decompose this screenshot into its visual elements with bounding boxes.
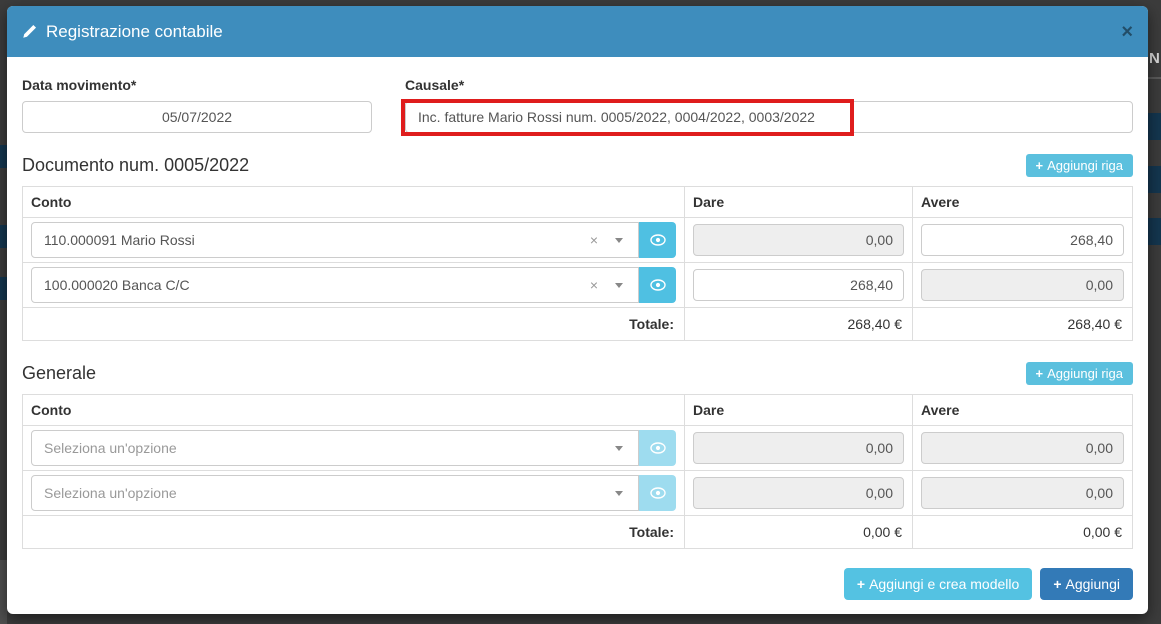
totale-dare-value: 0,00 € xyxy=(685,516,913,549)
caret-down-icon xyxy=(615,446,623,451)
conto-select-value: 100.000020 Banca C/C xyxy=(44,277,190,293)
generale-table-header-row: Conto Dare Avere xyxy=(23,395,1133,426)
causale-input[interactable] xyxy=(405,101,1133,133)
data-movimento-input[interactable] xyxy=(22,101,372,133)
modal-body: Data movimento* Causale* Documento num. … xyxy=(7,57,1148,600)
generale-add-row-button[interactable]: +Aggiungi riga xyxy=(1026,362,1133,385)
eye-button[interactable] xyxy=(639,475,676,511)
generale-table: Conto Dare Avere Seleziona un'opzione xyxy=(22,394,1133,549)
documento-table: Conto Dare Avere 110.000091 Mario Rossi … xyxy=(22,186,1133,341)
documento-section-header: Documento num. 0005/2022 +Aggiungi riga xyxy=(22,154,1133,177)
conto-column-header: Conto xyxy=(23,187,685,218)
pencil-icon xyxy=(22,24,37,39)
plus-icon: + xyxy=(1036,158,1044,173)
totals-row: Totale: 0,00 € 0,00 € xyxy=(23,516,1133,549)
eye-button[interactable] xyxy=(639,267,676,303)
registrazione-contabile-modal: Registrazione contabile × Data movimento… xyxy=(7,6,1148,614)
conto-select-placeholder: Seleziona un'opzione xyxy=(44,440,177,456)
plus-icon: + xyxy=(1053,576,1061,592)
dare-input xyxy=(693,432,904,464)
totale-label: Totale: xyxy=(23,308,685,341)
background-page-fragment xyxy=(1148,218,1161,245)
totale-dare-value: 268,40 € xyxy=(685,308,913,341)
dare-input xyxy=(693,477,904,509)
avere-input xyxy=(921,269,1124,301)
totale-avere-value: 268,40 € xyxy=(913,308,1133,341)
avere-input xyxy=(921,432,1124,464)
modal-title-text: Registrazione contabile xyxy=(46,22,223,42)
avere-input[interactable] xyxy=(921,224,1124,256)
background-page-fragment xyxy=(0,277,7,300)
conto-column-header: Conto xyxy=(23,395,685,426)
conto-select-group: 110.000091 Mario Rossi × xyxy=(31,222,676,258)
documento-add-row-button[interactable]: +Aggiungi riga xyxy=(1026,154,1133,177)
totale-avere-value: 0,00 € xyxy=(913,516,1133,549)
eye-icon xyxy=(650,234,666,246)
conto-select[interactable]: 110.000091 Mario Rossi × xyxy=(31,222,639,258)
conto-select[interactable]: Seleziona un'opzione xyxy=(31,430,639,466)
table-row: Seleziona un'opzione xyxy=(23,426,1133,471)
data-movimento-label: Data movimento* xyxy=(22,77,372,93)
background-page-fragment xyxy=(0,560,7,624)
eye-icon xyxy=(650,487,666,499)
modal-footer: +Aggiungi e crea modello +Aggiungi xyxy=(22,568,1133,600)
causale-field-group: Causale* xyxy=(405,77,1133,133)
modal-title: Registrazione contabile xyxy=(22,22,223,42)
x-clear-icon[interactable]: × xyxy=(590,233,598,247)
table-row: Seleziona un'opzione xyxy=(23,471,1133,516)
table-row: 100.000020 Banca C/C × xyxy=(23,263,1133,308)
causale-label: Causale* xyxy=(405,77,1133,93)
caret-down-icon xyxy=(615,491,623,496)
conto-select-group: Seleziona un'opzione xyxy=(31,430,676,466)
aggiungi-e-crea-modello-button[interactable]: +Aggiungi e crea modello xyxy=(844,568,1032,600)
modal-header: Registrazione contabile × xyxy=(7,6,1148,57)
avere-column-header: Avere xyxy=(913,187,1133,218)
top-form-row: Data movimento* Causale* xyxy=(22,77,1133,133)
generale-section-header: Generale +Aggiungi riga xyxy=(22,362,1133,385)
plus-icon: + xyxy=(857,576,865,592)
eye-button[interactable] xyxy=(639,430,676,466)
dare-column-header: Dare xyxy=(685,395,913,426)
conto-select-group: Seleziona un'opzione xyxy=(31,475,676,511)
eye-icon xyxy=(650,279,666,291)
eye-icon xyxy=(650,442,666,454)
background-text-fragment: N xyxy=(1149,50,1161,68)
generale-section-title: Generale xyxy=(22,363,96,384)
dare-column-header: Dare xyxy=(685,187,913,218)
avere-input xyxy=(921,477,1124,509)
conto-select-group: 100.000020 Banca C/C × xyxy=(31,267,676,303)
totals-row: Totale: 268,40 € 268,40 € xyxy=(23,308,1133,341)
background-page-fragment xyxy=(0,145,7,168)
eye-button[interactable] xyxy=(639,222,676,258)
data-movimento-field-group: Data movimento* xyxy=(22,77,372,133)
conto-select-value: 110.000091 Mario Rossi xyxy=(44,232,195,248)
dare-input[interactable] xyxy=(693,269,904,301)
background-page-fragment xyxy=(1148,113,1161,140)
background-page-fragment xyxy=(1148,166,1161,193)
dare-input xyxy=(693,224,904,256)
close-icon[interactable]: × xyxy=(1121,22,1133,42)
background-page-fragment xyxy=(1148,77,1161,79)
conto-select[interactable]: Seleziona un'opzione xyxy=(31,475,639,511)
totale-label: Totale: xyxy=(23,516,685,549)
table-row: 110.000091 Mario Rossi × xyxy=(23,218,1133,263)
conto-select-placeholder: Seleziona un'opzione xyxy=(44,485,177,501)
background-page-fragment xyxy=(0,225,7,248)
aggiungi-button[interactable]: +Aggiungi xyxy=(1040,568,1133,600)
avere-column-header: Avere xyxy=(913,395,1133,426)
documento-section-title: Documento num. 0005/2022 xyxy=(22,155,249,176)
x-clear-icon[interactable]: × xyxy=(590,278,598,292)
documento-table-header-row: Conto Dare Avere xyxy=(23,187,1133,218)
caret-down-icon xyxy=(615,238,623,243)
conto-select[interactable]: 100.000020 Banca C/C × xyxy=(31,267,639,303)
caret-down-icon xyxy=(615,283,623,288)
plus-icon: + xyxy=(1036,366,1044,381)
